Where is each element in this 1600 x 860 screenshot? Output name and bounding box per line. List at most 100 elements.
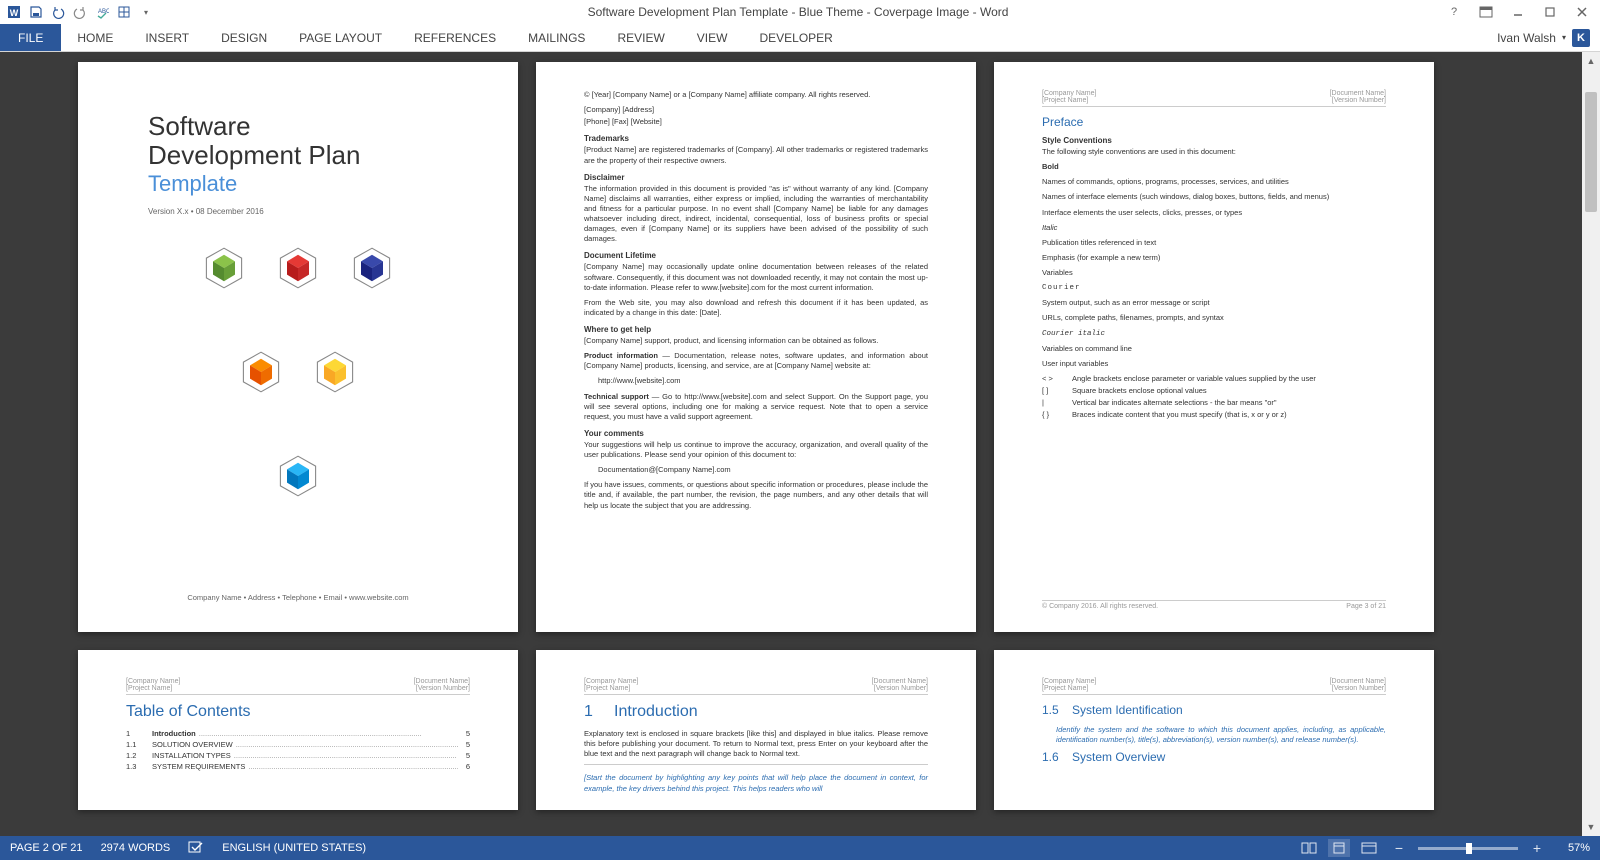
tab-page-layout[interactable]: PAGE LAYOUT bbox=[283, 24, 398, 51]
scroll-down-icon[interactable]: ▼ bbox=[1585, 820, 1597, 834]
courier-italic-desc1: Variables on command line bbox=[1042, 344, 1386, 354]
bracket-table-row: < >Angle brackets enclose parameter or v… bbox=[1042, 374, 1386, 383]
tab-insert[interactable]: INSERT bbox=[129, 24, 205, 51]
lifetime-text2: From the Web site, you may also download… bbox=[584, 298, 928, 318]
copyright-text: © [Year] [Company Name] or a [Company Na… bbox=[584, 90, 928, 100]
cover-title-line2: Development Plan bbox=[148, 141, 448, 170]
courier-desc1: System output, such as an error message … bbox=[1042, 298, 1386, 308]
cube-green-icon bbox=[202, 246, 246, 290]
web-layout-icon[interactable] bbox=[1358, 839, 1380, 857]
cover-title-line1: Software bbox=[148, 112, 448, 141]
courier-label: Courier bbox=[1042, 283, 1386, 293]
read-mode-icon[interactable] bbox=[1298, 839, 1320, 857]
italic-desc2: Emphasis (for example a new term) bbox=[1042, 253, 1386, 263]
table-icon[interactable] bbox=[114, 2, 134, 22]
styleconv-heading: Style Conventions bbox=[1042, 136, 1386, 145]
contact-text: [Phone] [Fax] [Website] bbox=[584, 117, 928, 127]
bracket-table-row: { }Braces indicate content that you must… bbox=[1042, 410, 1386, 419]
print-layout-icon[interactable] bbox=[1328, 839, 1350, 857]
tab-mailings[interactable]: MAILINGS bbox=[512, 24, 601, 51]
styleconv-intro: The following style conventions are used… bbox=[1042, 147, 1386, 157]
svg-text:W: W bbox=[10, 8, 19, 18]
tab-design[interactable]: DESIGN bbox=[205, 24, 283, 51]
scroll-up-icon[interactable]: ▲ bbox=[1585, 54, 1597, 68]
page-intro[interactable]: [Company Name][Document Name] [Project N… bbox=[536, 650, 976, 810]
comments-email: Documentation@[Company Name].com bbox=[598, 465, 928, 475]
window-controls: ? bbox=[1440, 2, 1596, 22]
ribbon-display-icon[interactable] bbox=[1472, 2, 1500, 22]
scrollbar-thumb[interactable] bbox=[1585, 92, 1597, 212]
toc-entry: 1Introduction5 bbox=[126, 729, 470, 738]
quick-access-toolbar: W ABC ▾ bbox=[4, 2, 156, 22]
page-header: [Company Name][Document Name] bbox=[126, 678, 470, 685]
cube-orange-icon bbox=[239, 350, 283, 394]
file-tab[interactable]: FILE bbox=[0, 24, 61, 51]
vertical-scrollbar[interactable]: ▲ ▼ bbox=[1582, 52, 1600, 836]
help-text: [Company Name] support, product, and lic… bbox=[584, 336, 928, 346]
prodinfo-url: http://www.[website].com bbox=[598, 376, 928, 386]
italic-label: Italic bbox=[1042, 223, 1386, 233]
italic-desc1: Publication titles referenced in text bbox=[1042, 238, 1386, 248]
help-icon[interactable]: ? bbox=[1440, 2, 1468, 22]
zoom-slider-thumb[interactable] bbox=[1466, 843, 1472, 854]
cube-red-icon bbox=[276, 246, 320, 290]
page-cover[interactable]: Software Development Plan Template Versi… bbox=[78, 62, 518, 632]
toc-heading: Table of Contents bbox=[126, 703, 470, 721]
maximize-icon[interactable] bbox=[1536, 2, 1564, 22]
user-account[interactable]: Ivan Walsh ▾ K bbox=[1497, 24, 1600, 51]
trademarks-text: [Product Name] are registered trademarks… bbox=[584, 145, 928, 165]
tab-developer[interactable]: DEVELOPER bbox=[743, 24, 848, 51]
page-preface[interactable]: [Company Name][Document Name] [Project N… bbox=[994, 62, 1434, 632]
titlebar: W ABC ▾ Software Development Plan Templa… bbox=[0, 0, 1600, 24]
save-icon[interactable] bbox=[26, 2, 46, 22]
intro-heading: 1Introduction bbox=[584, 703, 928, 721]
bracket-table-row: |Vertical bar indicates alternate select… bbox=[1042, 398, 1386, 407]
zoom-slider[interactable] bbox=[1418, 847, 1518, 850]
undo-icon[interactable] bbox=[48, 2, 68, 22]
window-title: Software Development Plan Template - Blu… bbox=[156, 5, 1440, 19]
tab-references[interactable]: REFERENCES bbox=[398, 24, 512, 51]
proofing-icon[interactable] bbox=[188, 840, 204, 857]
bold-desc2: Names of interface elements (such window… bbox=[1042, 192, 1386, 202]
close-icon[interactable] bbox=[1568, 2, 1596, 22]
tab-home[interactable]: HOME bbox=[61, 24, 129, 51]
tab-review[interactable]: REVIEW bbox=[601, 24, 680, 51]
page-toc[interactable]: [Company Name][Document Name] [Project N… bbox=[78, 650, 518, 810]
cube-yellow-icon bbox=[313, 350, 357, 394]
sysoverview-heading: 1.6System Overview bbox=[1042, 750, 1386, 764]
disclaimer-heading: Disclaimer bbox=[584, 173, 928, 182]
zoom-level[interactable]: 57% bbox=[1556, 842, 1590, 854]
redo-icon[interactable] bbox=[70, 2, 90, 22]
zoom-in-icon[interactable]: + bbox=[1526, 839, 1548, 857]
document-area[interactable]: Software Development Plan Template Versi… bbox=[0, 52, 1582, 836]
page-legal[interactable]: © [Year] [Company Name] or a [Company Na… bbox=[536, 62, 976, 632]
cube-blue-icon bbox=[276, 454, 320, 498]
page-header: [Company Name][Document Name] bbox=[1042, 678, 1386, 685]
user-badge: K bbox=[1572, 29, 1590, 47]
page-system[interactable]: [Company Name][Document Name] [Project N… bbox=[994, 650, 1434, 810]
courier-italic-desc2: User input variables bbox=[1042, 359, 1386, 369]
sysid-body: Identify the system and the software to … bbox=[1056, 725, 1386, 745]
page-indicator[interactable]: PAGE 2 OF 21 bbox=[10, 842, 83, 854]
cube-darkblue-icon bbox=[350, 246, 394, 290]
courier-desc2: URLs, complete paths, filenames, prompts… bbox=[1042, 313, 1386, 323]
ribbon-tabs: FILE HOME INSERT DESIGN PAGE LAYOUT REFE… bbox=[0, 24, 1600, 52]
language-indicator[interactable]: ENGLISH (UNITED STATES) bbox=[222, 842, 366, 854]
cover-footer: Company Name • Address • Telephone • Ema… bbox=[78, 593, 518, 602]
address-text: [Company] [Address] bbox=[584, 105, 928, 115]
word-icon[interactable]: W bbox=[4, 2, 24, 22]
tab-view[interactable]: VIEW bbox=[681, 24, 744, 51]
word-count[interactable]: 2974 WORDS bbox=[101, 842, 171, 854]
minimize-icon[interactable] bbox=[1504, 2, 1532, 22]
user-name: Ivan Walsh bbox=[1497, 31, 1556, 45]
toc-entry: 1.3SYSTEM REQUIREMENTS6 bbox=[126, 762, 470, 771]
disclaimer-text: The information provided in this documen… bbox=[584, 184, 928, 245]
bold-desc3: Interface elements the user selects, cli… bbox=[1042, 208, 1386, 218]
intro-explanatory: Explanatory text is enclosed in square b… bbox=[584, 729, 928, 759]
page-footer: © Company 2016. All rights reserved.Page… bbox=[1042, 603, 1386, 610]
preface-heading: Preface bbox=[1042, 115, 1386, 129]
spellcheck-icon[interactable]: ABC bbox=[92, 2, 112, 22]
toc-entry: 1.2INSTALLATION TYPES5 bbox=[126, 751, 470, 760]
qat-dropdown-icon[interactable]: ▾ bbox=[136, 2, 156, 22]
zoom-out-icon[interactable]: − bbox=[1388, 839, 1410, 857]
